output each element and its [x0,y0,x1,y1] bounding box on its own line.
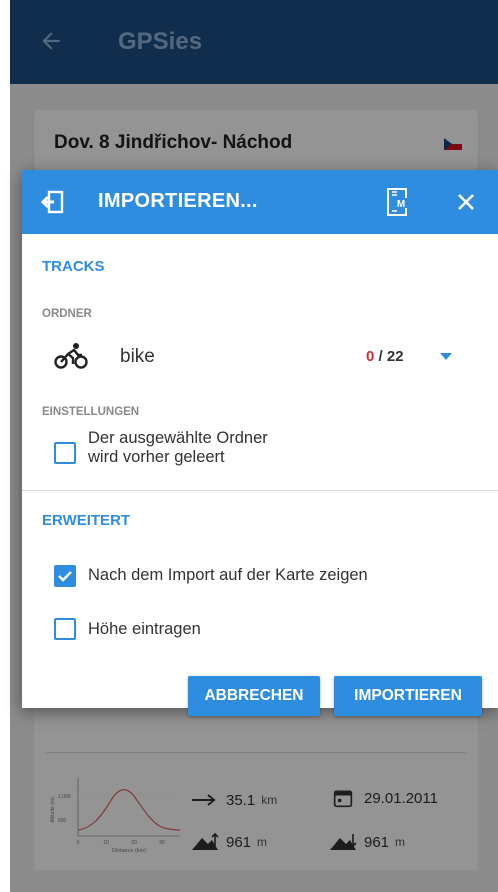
clear-folder-label[interactable]: Der ausgewählte Ordner wird vorher gelee… [88,429,268,467]
add-elevation-checkbox[interactable] [54,618,76,640]
folder-name: bike [120,346,155,367]
close-icon[interactable] [454,190,478,214]
dialog-header: IMPORTIEREN... M [22,170,498,234]
import-button[interactable]: IMPORTIEREN [334,676,482,716]
dialog-title: IMPORTIEREN... [98,190,258,212]
clear-folder-line-1: Der ausgewählte Ordner [88,429,268,447]
folder-label: ORDNER [42,308,92,320]
track-count: 0 / 22 [366,348,404,365]
tracks-section-title: TRACKS [42,258,105,275]
bike-icon [54,343,88,369]
check-icon [58,571,72,582]
section-divider [22,490,498,491]
total-count: / 22 [374,348,404,365]
show-on-map-checkbox[interactable] [54,565,76,587]
m-file-icon[interactable]: M [384,188,410,216]
add-elevation-label[interactable]: Höhe eintragen [88,620,201,639]
svg-text:M: M [397,199,405,210]
dropdown-icon[interactable] [438,350,454,362]
show-on-map-label[interactable]: Nach dem Import auf der Karte zeigen [88,566,368,585]
settings-label: EINSTELLUNGEN [42,406,140,418]
clear-folder-checkbox[interactable] [54,442,76,464]
import-dialog: IMPORTIEREN... M TRACKS ORDNER bike 0 / … [22,170,498,716]
folder-selector[interactable]: bike 0 / 22 [22,334,498,380]
cancel-button[interactable]: ABBRECHEN [188,676,320,716]
advanced-section-title: ERWEITERT [42,512,131,529]
import-icon [40,190,64,214]
clear-folder-line-2: wird vorher geleert [88,448,225,466]
